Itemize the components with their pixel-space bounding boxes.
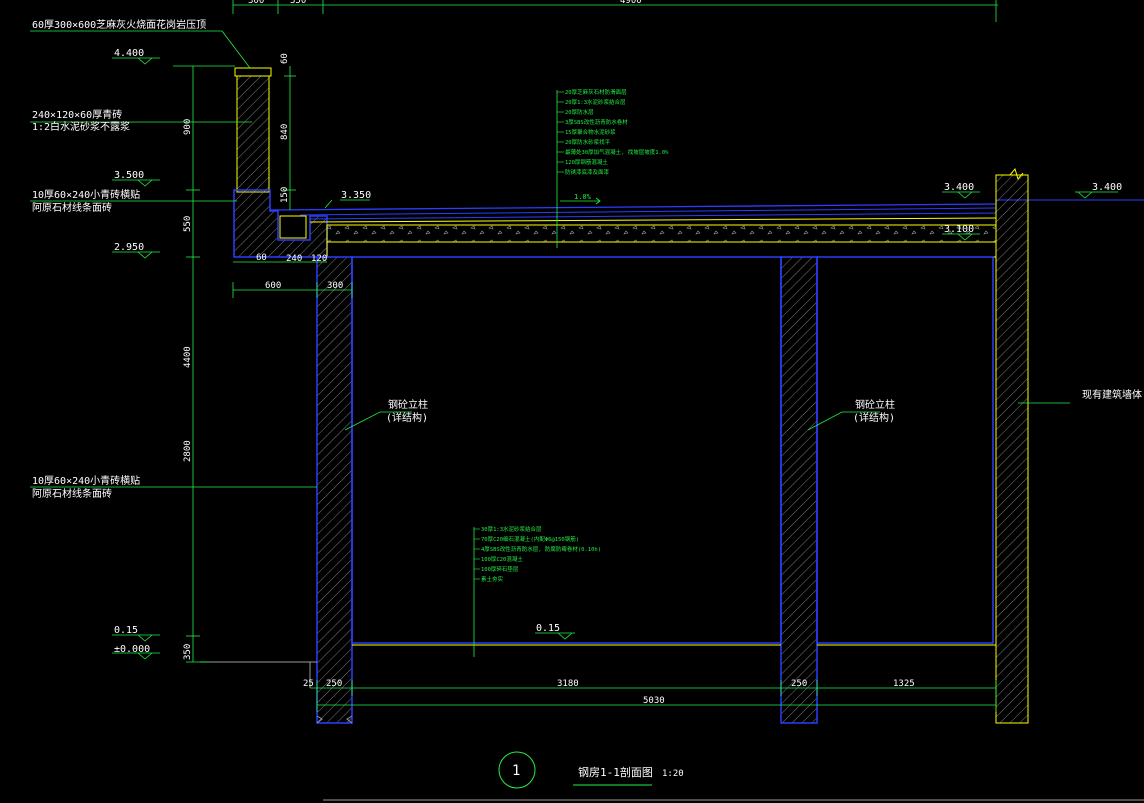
dim-b-250-left: 250 <box>326 679 342 689</box>
floor-layer: 素土夯实 <box>481 575 504 583</box>
dim-top-350: 350 <box>290 0 306 6</box>
note-tile-upper-2: 阿原石材线条面砖 <box>32 201 112 214</box>
dim-b-250-right: 250 <box>791 679 807 689</box>
roof-layer-notes: 20厚芝麻灰石材防滑面层 20厚1:3水泥砂浆结合层 20厚防水层 3厚SBS改… <box>565 88 669 176</box>
dim-b-1325: 1325 <box>893 679 915 689</box>
dim-b-25: 25 <box>303 679 314 689</box>
note-tile-lower-1: 10厚60×240小青砖横贴 <box>32 474 140 487</box>
left-column <box>316 256 353 724</box>
roof-layer: 20厚防水砂浆找平 <box>565 138 611 146</box>
dim-v-840: 840 <box>280 124 290 140</box>
middle-column <box>780 256 818 724</box>
dim-v-4400: 4400 <box>183 346 193 368</box>
dim-top-4900: 4900 <box>620 0 642 6</box>
level-000: ±0.000 <box>114 644 150 655</box>
roof-layer: 120厚钢筋混凝土 <box>565 158 608 166</box>
right-column-label: 钢砼立柱 <box>855 398 895 411</box>
parapet <box>233 67 328 258</box>
existing-wall <box>995 167 1029 724</box>
note-coping: 60厚300×600芝麻灰火烧面花岗岩压顶 <box>32 18 206 31</box>
roof-layer: 20厚防水层 <box>565 108 594 116</box>
floor-layer: 70厚C20细石混凝土(内配Φ6@150钢筋) <box>481 535 579 543</box>
slope-label: 1.0% <box>574 193 592 201</box>
floor-layer-notes: 30厚1:3水泥砂浆结合层 70厚C20细石混凝土(内配Φ6@150钢筋) 4厚… <box>481 525 601 583</box>
wall-label: 现有建筑墙体 <box>1082 388 1142 401</box>
dim-v-550: 550 <box>183 216 193 232</box>
left-column-label: 钢砼立柱 <box>388 398 428 411</box>
level-3400-a: 3.400 <box>944 182 974 193</box>
section-drawing: 300 350 4900 900 550 4400 2800 350 60 84… <box>30 0 1144 801</box>
level-015-left: 0.15 <box>114 625 138 636</box>
left-column-sub: (详结构) <box>386 411 428 424</box>
level-3350: 3.350 <box>341 190 371 201</box>
level-3400-b: 3.400 <box>1092 182 1122 193</box>
openings <box>351 256 994 644</box>
level-3100: 3.100 <box>944 224 974 235</box>
note-brick-1: 240×120×60厚青砖 <box>32 108 122 121</box>
dim-h-240: 240 <box>286 254 302 264</box>
floor-layer: 100厚碎石垫层 <box>481 565 519 573</box>
note-brick-2: 1:2白水泥砂浆不露浆 <box>32 120 130 133</box>
dim-v-150: 150 <box>280 187 290 203</box>
note-tile-upper-1: 10厚60×240小青砖横贴 <box>32 188 140 201</box>
dim-v-2800: 2800 <box>183 440 193 462</box>
level-4400: 4.400 <box>114 48 144 59</box>
roof-layer: 最薄处30厚加气混凝土, 找坡层坡度1.0% <box>565 148 669 156</box>
section-number: 1 <box>512 763 520 779</box>
level-3500: 3.500 <box>114 170 144 181</box>
dim-v-900: 900 <box>183 119 193 135</box>
roof-layer: 20厚1:3水泥砂浆结合层 <box>565 98 626 106</box>
roof-layer-ticks <box>557 91 564 173</box>
dim-b-3180: 3180 <box>557 679 579 689</box>
level-015-floor: 0.15 <box>536 623 560 634</box>
dim-top-300: 300 <box>248 0 264 6</box>
section-scale: 1:20 <box>662 769 684 779</box>
right-column-sub: (详结构) <box>853 411 895 424</box>
note-tile-lower-2: 阿原石材线条面砖 <box>32 487 112 500</box>
section-name: 钢房1-1剖面图 <box>578 765 653 779</box>
top-dimension <box>232 0 998 22</box>
dim-v-60: 60 <box>280 53 290 64</box>
roof-layer: 3厚SBS改性沥青防水卷材 <box>565 118 628 126</box>
roof-layer: 防锈漆底漆及面漆 <box>565 168 610 176</box>
level-2950: 2.950 <box>114 242 144 253</box>
floor-layer-ticks <box>474 528 480 580</box>
dim-h-600: 600 <box>265 281 281 291</box>
dim-h-120: 120 <box>311 254 327 264</box>
section-title <box>323 751 1144 801</box>
dim-b-5030: 5030 <box>643 696 665 706</box>
dim-v-350: 350 <box>183 644 193 660</box>
floor-layer: 30厚1:3水泥砂浆结合层 <box>481 525 542 533</box>
floor-layer: 100厚C20混凝土 <box>481 555 523 563</box>
floor-layer: 4厚SBS改性沥青防水层, 防腐防霉卷材(0.10h) <box>481 545 601 553</box>
roof-layer: 20厚芝麻灰石材防滑面层 <box>565 88 627 96</box>
dim-h-300: 300 <box>327 281 343 291</box>
roof-layer: 15厚聚合物水泥砂浆 <box>565 128 616 136</box>
dim-h-60: 60 <box>256 253 267 263</box>
